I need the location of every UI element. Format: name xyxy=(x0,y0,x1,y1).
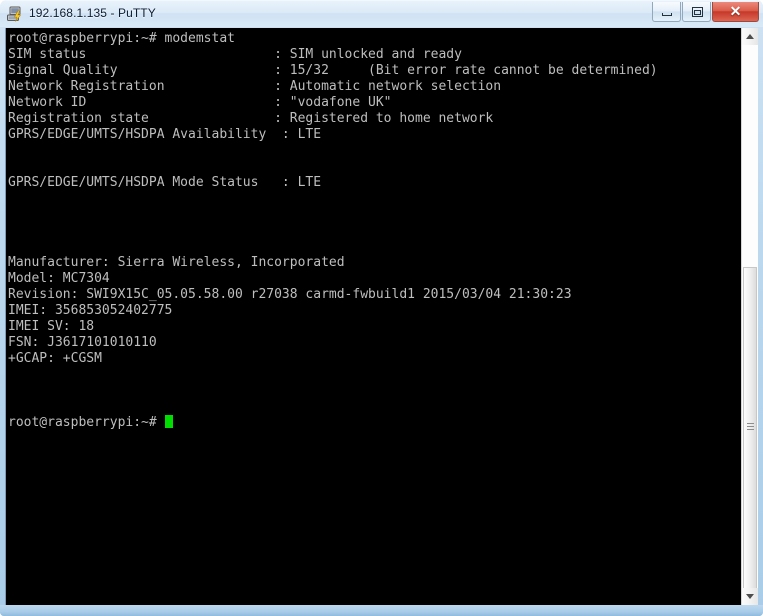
terminal-client-area: root@raspberrypi:~# modemstat SIM status… xyxy=(5,28,758,605)
scrollbar-grip-icon xyxy=(747,423,754,433)
scroll-down-button[interactable] xyxy=(742,588,758,605)
window-bottom-frame xyxy=(0,605,763,616)
maximize-icon-inner xyxy=(694,10,701,15)
window-controls: ✕ xyxy=(651,2,759,22)
close-icon: ✕ xyxy=(729,2,742,19)
scrollbar-thumb[interactable] xyxy=(743,267,757,589)
minimize-icon xyxy=(662,13,672,16)
scroll-up-button[interactable] xyxy=(742,28,758,45)
terminal-scrollbar[interactable] xyxy=(741,28,758,605)
terminal-cursor xyxy=(164,415,173,428)
window-title: 192.168.1.135 - PuTTY xyxy=(29,6,156,20)
close-button[interactable]: ✕ xyxy=(712,2,759,22)
minimize-button[interactable] xyxy=(652,2,681,22)
scrollbar-track[interactable] xyxy=(742,45,758,589)
terminal-screen[interactable]: root@raspberrypi:~# modemstat SIM status… xyxy=(6,28,739,605)
maximize-button[interactable] xyxy=(682,2,711,22)
terminal-output: root@raspberrypi:~# modemstat SIM status… xyxy=(8,31,658,430)
putty-window: 192.168.1.135 - PuTTY ✕ root@raspberrypi… xyxy=(0,0,763,616)
title-bar[interactable]: 192.168.1.135 - PuTTY ✕ xyxy=(0,0,763,27)
putty-computer-icon xyxy=(7,6,22,22)
scroll-down-arrow-icon xyxy=(746,594,754,599)
scroll-up-arrow-icon xyxy=(746,34,754,39)
